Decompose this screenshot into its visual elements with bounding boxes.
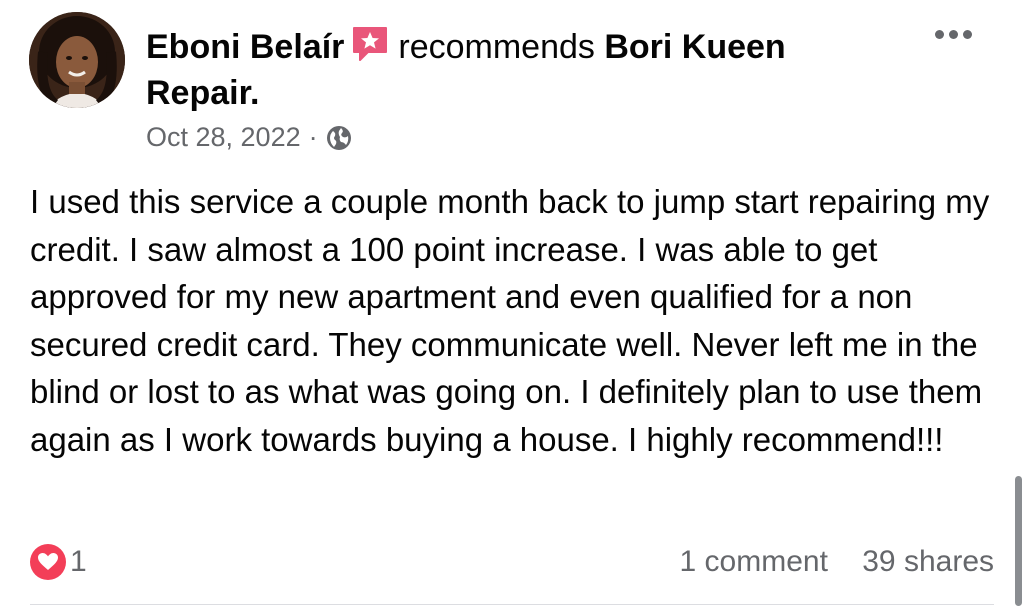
reactions-summary[interactable]: 1 — [30, 544, 87, 580]
post-card: Eboni Belaír recommends Bori Kueen Repai… — [0, 0, 1024, 611]
post-footer: 1 1 comment 39 shares — [30, 540, 994, 584]
avatar-photo — [29, 12, 125, 108]
meta-separator: · — [308, 122, 318, 152]
divider — [30, 604, 994, 605]
avatar[interactable] — [29, 12, 125, 108]
recommend-star-icon — [350, 24, 390, 62]
author-name[interactable]: Eboni Belaír — [146, 28, 344, 66]
post-body: I used this service a couple month back … — [30, 183, 990, 458]
more-options-icon[interactable] — [935, 30, 972, 39]
comments-link[interactable]: 1 comment — [680, 545, 828, 578]
shares-link[interactable]: 39 shares — [862, 545, 994, 578]
heart-reaction-icon — [30, 544, 66, 580]
post-stats: 1 comment 39 shares — [680, 545, 994, 579]
globe-icon[interactable] — [326, 125, 352, 151]
post-date[interactable]: Oct 28, 2022 — [146, 122, 301, 153]
post-meta: Oct 28, 2022 · — [146, 122, 352, 153]
recommends-text: recommends — [398, 28, 595, 66]
scrollbar[interactable] — [1015, 476, 1022, 606]
reaction-count: 1 — [70, 545, 87, 578]
post-header: Eboni Belaír recommends Bori Kueen Repai… — [146, 24, 846, 116]
